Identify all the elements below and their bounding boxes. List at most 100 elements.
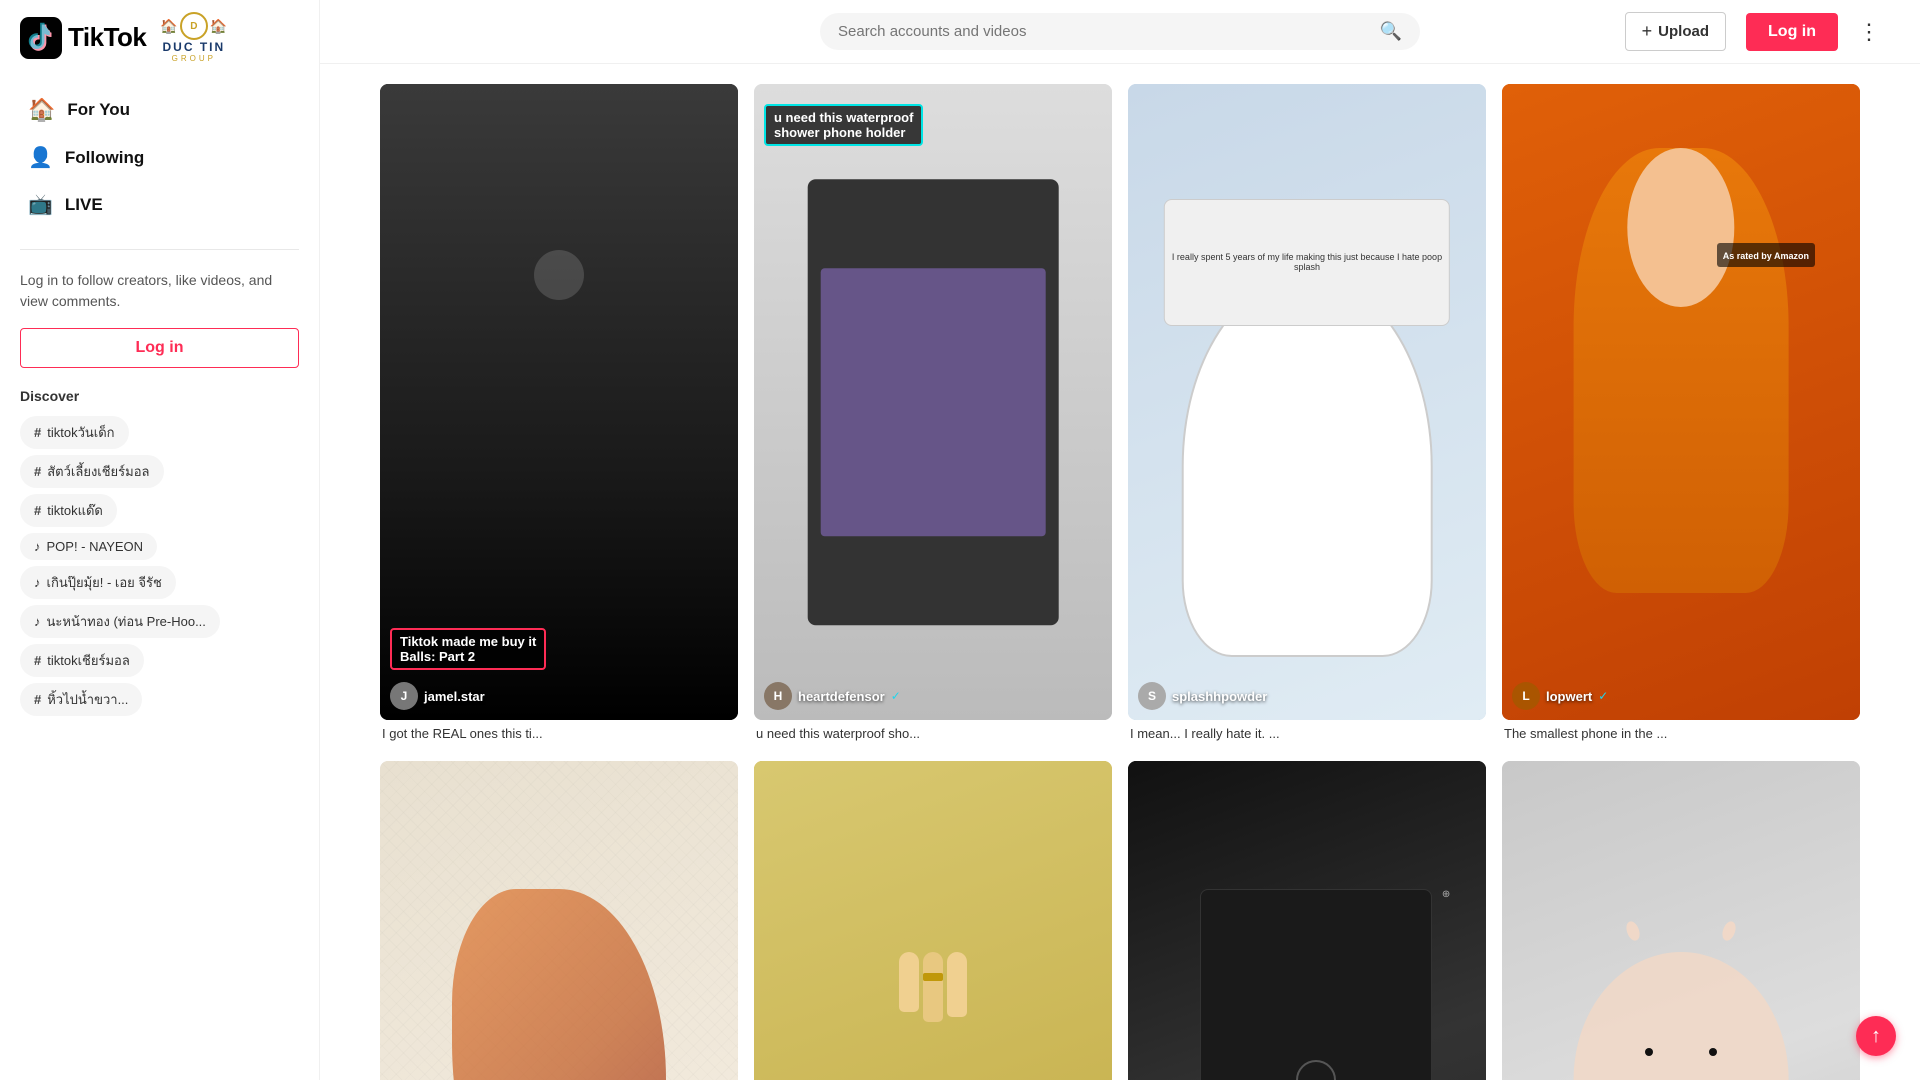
tiktok-logo[interactable]: TikTok [20,17,146,59]
verified-icon-2: ✓ [891,689,901,703]
video-card-3[interactable]: I really spent 5 years of my life making… [1128,84,1486,741]
tag-label-1: tiktokวันเด็ก [47,422,114,443]
tag-tiktok-dad[interactable]: # tiktokแด๊ด [20,494,117,527]
music-icon-2: ♪ [34,575,41,590]
main-content: 🔍 + Upload Log in ⋮ Tiktok made me buy i… [320,0,1920,1080]
more-options-button[interactable]: ⋮ [1858,19,1880,45]
video-thumbnail-6: L laurensfavefinds [754,761,1112,1080]
sidebar-item-for-you[interactable]: 🏠 For You [8,87,311,133]
tag-tiktok-children[interactable]: # tiktokวันเด็ก [20,416,129,449]
creator-name-2: heartdefensor [798,689,885,704]
creator-avatar-4: L [1512,682,1540,710]
duc-tin-group: GROUP [172,54,216,63]
creator-info-1: J jamel.star [390,682,485,710]
video-caption-2: u need this waterproof sho... [754,720,1112,741]
video-thumbnail-1: Tiktok made me buy itBalls: Part 2 J jam… [380,84,738,720]
video-grid-container[interactable]: Tiktok made me buy itBalls: Part 2 J jam… [320,64,1920,1080]
overlay-badge-2: u need this waterproofshower phone holde… [764,104,923,146]
hash-icon-2: # [34,464,41,479]
video-thumbnail-7: ⊕ ⊕ S stuffyouactuallyneed [1128,761,1486,1080]
video-grid: Tiktok made me buy itBalls: Part 2 J jam… [380,84,1860,1080]
live-icon: 📺 [28,192,53,217]
hash-icon-1: # [34,425,41,440]
video-caption-4: The smallest phone in the ... [1502,720,1860,741]
video-thumbnail-3: I really spent 5 years of my life making… [1128,84,1486,720]
duc-tin-circle: D [180,12,208,40]
live-label: LIVE [65,195,103,215]
tag-label-3: tiktokแด๊ด [47,500,103,521]
video-card-7[interactable]: ⊕ ⊕ S stuffyouactuallyneed link in my bi… [1128,761,1486,1080]
music-icon-1: ♪ [34,539,41,554]
tag-label-6: นะหน้าทอง (ท่อน Pre-Hoo... [47,611,206,632]
search-icon: 🔍 [1380,21,1402,42]
creator-name-1: jamel.star [424,689,485,704]
tag-label-5: เกินปุ๊ยมุ้ย! - เอย จีรัช [47,572,162,593]
wing-left-icon: 🏠 [160,18,177,35]
topbar: 🔍 + Upload Log in ⋮ [320,0,1920,64]
video-thumbnail-2: u need this waterproofshower phone holde… [754,84,1112,720]
plus-icon: + [1642,21,1653,42]
hash-icon-3: # [34,503,41,518]
following-label: Following [65,148,144,168]
sidebar: TikTok 🏠 D 🏠 DUC TIN GROUP 🏠 For You � [0,0,320,1080]
login-prompt-text: Log in to follow creators, like videos, … [0,260,319,328]
creator-info-4: L lopwert ✓ [1512,682,1608,710]
sidebar-login-button[interactable]: Log in [20,328,299,368]
creator-avatar-3: S [1138,682,1166,710]
video-card-4[interactable]: As rated by Amazon L lopwert ✓ The small… [1502,84,1860,741]
home-icon: 🏠 [28,97,55,123]
nav-divider [20,249,299,250]
search-input[interactable] [838,23,1370,40]
tag-label-4: POP! - NAYEON [47,539,144,554]
video-thumbnail-5: M miritamez [380,761,738,1080]
discover-section: Discover # tiktokวันเด็ก # สัตว์เลี้ยงเช… [0,368,319,726]
hash-icon-4: # [34,653,41,668]
overlay-text-2: u need this waterproofshower phone holde… [764,104,1102,146]
sidebar-item-live[interactable]: 📺 LIVE [8,182,311,227]
creator-avatar-1: J [390,682,418,710]
tag-music-na[interactable]: ♪ นะหน้าทอง (ท่อน Pre-Hoo... [20,605,220,638]
video-caption-3: I mean... I really hate it. ... [1128,720,1486,741]
video-card-5[interactable]: M miritamez Disney mistery book pt.4 ... [380,761,738,1080]
video-caption-1: I got the REAL ones this ti... [380,720,738,741]
tag-label-7: tiktokเชียร์มอล [47,650,130,671]
tag-music-gern[interactable]: ♪ เกินปุ๊ยมุ้ย! - เอย จีรัช [20,566,176,599]
overlay-text-1: Tiktok made me buy itBalls: Part 2 [390,628,728,670]
creator-name-4: lopwert [1546,689,1592,704]
video-card-6[interactable]: L laurensfavefinds #laurenfinds #sustain… [754,761,1112,1080]
creator-avatar-2: H [764,682,792,710]
verified-icon-4: ✓ [1598,689,1608,703]
tag-music-pop[interactable]: ♪ POP! - NAYEON [20,533,157,560]
video-card-8[interactable]: O olotllove I would never fall in love a… [1502,761,1860,1080]
sidebar-header: TikTok 🏠 D 🏠 DUC TIN GROUP [0,0,319,75]
for-you-label: For You [67,100,130,120]
sidebar-item-following[interactable]: 👤 Following [8,135,311,180]
tag-label-8: หิ้วไปน้ำขวา... [47,689,128,710]
video-card-2[interactable]: u need this waterproofshower phone holde… [754,84,1112,741]
duc-tin-name: DUC TIN [162,40,225,54]
creator-info-2: H heartdefensor ✓ [764,682,901,710]
topbar-right: + Upload Log in ⋮ [1625,12,1880,51]
upload-label: Upload [1658,23,1709,40]
scroll-to-top-button[interactable]: ↑ [1856,1016,1896,1056]
discover-tags: # tiktokวันเด็ก # สัตว์เลี้ยงเชียร์มอล #… [20,416,299,716]
video-thumbnail-4: As rated by Amazon L lopwert ✓ [1502,84,1860,720]
duc-tin-wings-container: 🏠 D 🏠 [160,12,227,40]
tag-tiktok-cheer[interactable]: # tiktokเชียร์มอล [20,644,144,677]
following-icon: 👤 [28,145,53,170]
hash-icon-5: # [34,692,41,707]
upload-button[interactable]: + Upload [1625,12,1726,51]
search-container: 🔍 [820,13,1420,50]
overlay-badge-1: Tiktok made me buy itBalls: Part 2 [390,628,546,670]
topbar-login-button[interactable]: Log in [1746,13,1838,51]
duc-tin-logo: 🏠 D 🏠 DUC TIN GROUP [160,12,227,63]
tag-carry[interactable]: # หิ้วไปน้ำขวา... [20,683,142,716]
video-thumbnail-8: O olotllove [1502,761,1860,1080]
tag-label-2: สัตว์เลี้ยงเชียร์มอล [47,461,149,482]
video-card-1[interactable]: Tiktok made me buy itBalls: Part 2 J jam… [380,84,738,741]
nav-items: 🏠 For You 👤 Following 📺 LIVE [0,75,319,239]
creator-info-3: S splashhpowder [1138,682,1267,710]
tag-pet[interactable]: # สัตว์เลี้ยงเชียร์มอล [20,455,164,488]
discover-title: Discover [20,388,299,404]
music-icon-3: ♪ [34,614,41,629]
